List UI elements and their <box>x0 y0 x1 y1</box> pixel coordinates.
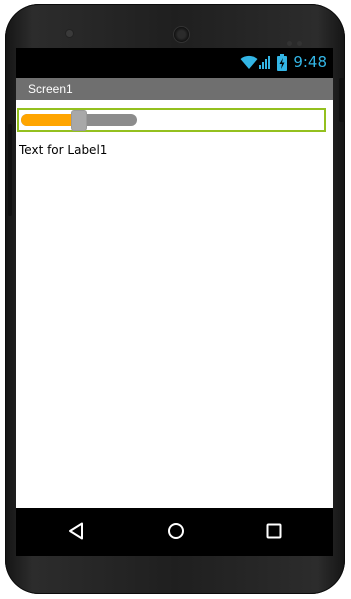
screen-title: Screen1 <box>28 82 73 96</box>
volume-button[interactable] <box>8 124 12 216</box>
status-time: 9:48 <box>293 53 327 71</box>
slider-thumb[interactable] <box>72 111 86 130</box>
earpiece-speaker <box>174 27 189 42</box>
front-camera <box>66 30 73 37</box>
home-icon[interactable] <box>167 522 185 540</box>
slider-fill <box>21 114 79 126</box>
wifi-icon <box>240 55 258 69</box>
power-button[interactable] <box>339 78 345 122</box>
slider-container <box>17 108 326 132</box>
label1: Text for Label1 <box>19 143 108 157</box>
back-icon[interactable] <box>68 522 84 540</box>
status-bar: 9:48 <box>16 48 333 78</box>
device-screen: 9:48 Screen1 Text for Label1 <box>16 48 333 556</box>
title-bar: Screen1 <box>16 78 333 100</box>
battery-charging-icon <box>277 53 288 71</box>
screen-content: Text for Label1 <box>16 100 333 508</box>
navigation-bar <box>16 508 333 556</box>
recents-icon[interactable] <box>266 522 282 540</box>
signal-icon <box>259 56 271 69</box>
